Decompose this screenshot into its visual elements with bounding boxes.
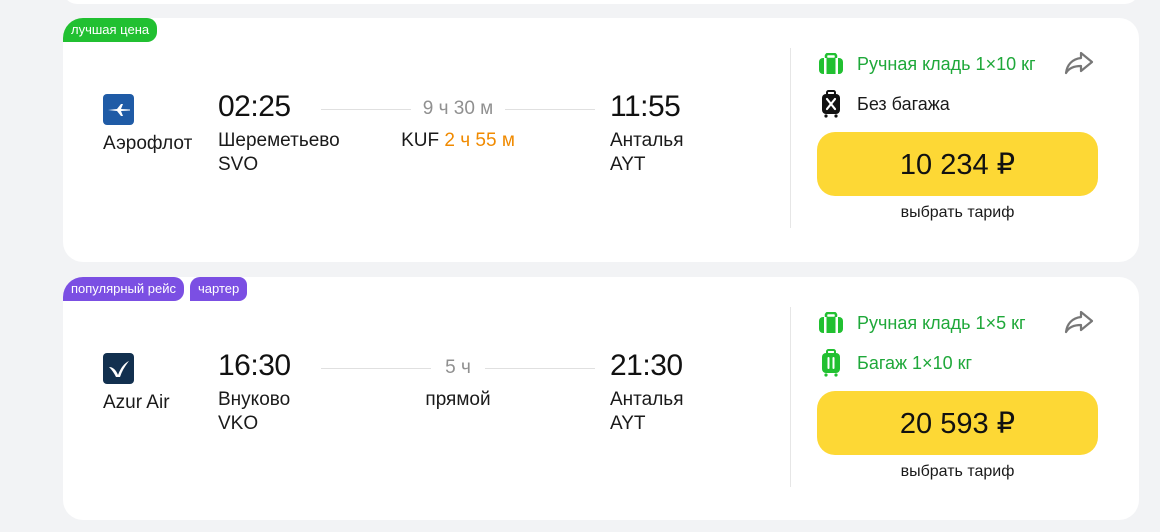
no-baggage-icon	[817, 90, 845, 118]
route-line: 5 ч	[321, 357, 595, 379]
hand-luggage-icon	[817, 309, 845, 337]
share-icon[interactable]	[1064, 309, 1098, 339]
baggage-icon	[817, 349, 845, 377]
charter-badge: чартер	[190, 277, 248, 301]
divider	[790, 48, 791, 228]
arrival-code: AYT	[610, 413, 646, 434]
arrival-airport: Анталья	[610, 130, 684, 151]
hand-luggage-icon	[817, 50, 845, 78]
departure-time: 16:30	[218, 349, 291, 382]
route-line: 9 ч 30 м	[321, 98, 595, 120]
airline: Azur Air	[103, 353, 170, 414]
badges: лучшая цена	[63, 18, 158, 42]
airline-name: Аэрофлот	[103, 133, 193, 154]
best-price-badge: лучшая цена	[63, 18, 158, 42]
baggage-row: Багаж 1×10 кг	[817, 347, 1098, 379]
baggage-label: Без багажа	[857, 93, 950, 114]
price-button[interactable]: 20 593 ₽	[817, 391, 1098, 455]
arrival: 11:55 Анталья AYT	[610, 90, 684, 176]
direct-label: прямой	[425, 389, 491, 410]
azur-air-logo	[103, 353, 134, 384]
badges: популярный рейс чартер	[63, 277, 248, 301]
arrival-time: 11:55	[610, 90, 681, 123]
offer: Ручная кладь 1×10 кг Без багажа 10 234 ₽…	[817, 48, 1098, 222]
flight-card[interactable]: лучшая цена Аэрофлот 02:25 Шереметьево S…	[63, 18, 1139, 262]
popular-flight-badge: популярный рейс	[63, 277, 184, 301]
layover-duration: 2 ч 55 м	[444, 130, 515, 151]
hand-luggage-row: Ручная кладь 1×10 кг	[817, 48, 1098, 80]
stopover: KUF 2 ч 55 м	[321, 130, 595, 152]
stop-code: KUF	[401, 130, 440, 151]
arrival-time: 21:30	[610, 349, 683, 382]
hand-luggage-label: Ручная кладь 1×5 кг	[857, 312, 1026, 333]
baggage-row: Без багажа	[817, 88, 1098, 120]
departure-code: VKO	[218, 413, 259, 434]
select-fare-link[interactable]: выбрать тариф	[817, 463, 1098, 481]
airline-name: Azur Air	[103, 392, 170, 413]
share-icon[interactable]	[1064, 50, 1098, 80]
price-button[interactable]: 10 234 ₽	[817, 132, 1098, 196]
arrival-code: AYT	[610, 154, 646, 175]
select-fare-link[interactable]: выбрать тариф	[817, 204, 1098, 222]
departure-airport: Внуково	[218, 389, 291, 410]
offer: Ручная кладь 1×5 кг Багаж 1×10 кг 20 593…	[817, 307, 1098, 481]
hand-luggage-label: Ручная кладь 1×10 кг	[857, 53, 1036, 74]
arrival: 21:30 Анталья AYT	[610, 349, 684, 435]
arrival-airport: Анталья	[610, 389, 684, 410]
flight-card[interactable]: популярный рейс чартер Azur Air 16:30 Вн…	[63, 277, 1139, 520]
airline: Аэрофлот	[103, 94, 192, 155]
hand-luggage-row: Ручная кладь 1×5 кг	[817, 307, 1098, 339]
baggage-label: Багаж 1×10 кг	[857, 352, 973, 373]
divider	[790, 307, 791, 487]
departure: 16:30 Внуково VKO	[218, 349, 291, 435]
previous-card-edge	[63, 0, 1139, 4]
departure-code: SVO	[218, 154, 259, 175]
aeroflot-logo	[103, 94, 134, 125]
